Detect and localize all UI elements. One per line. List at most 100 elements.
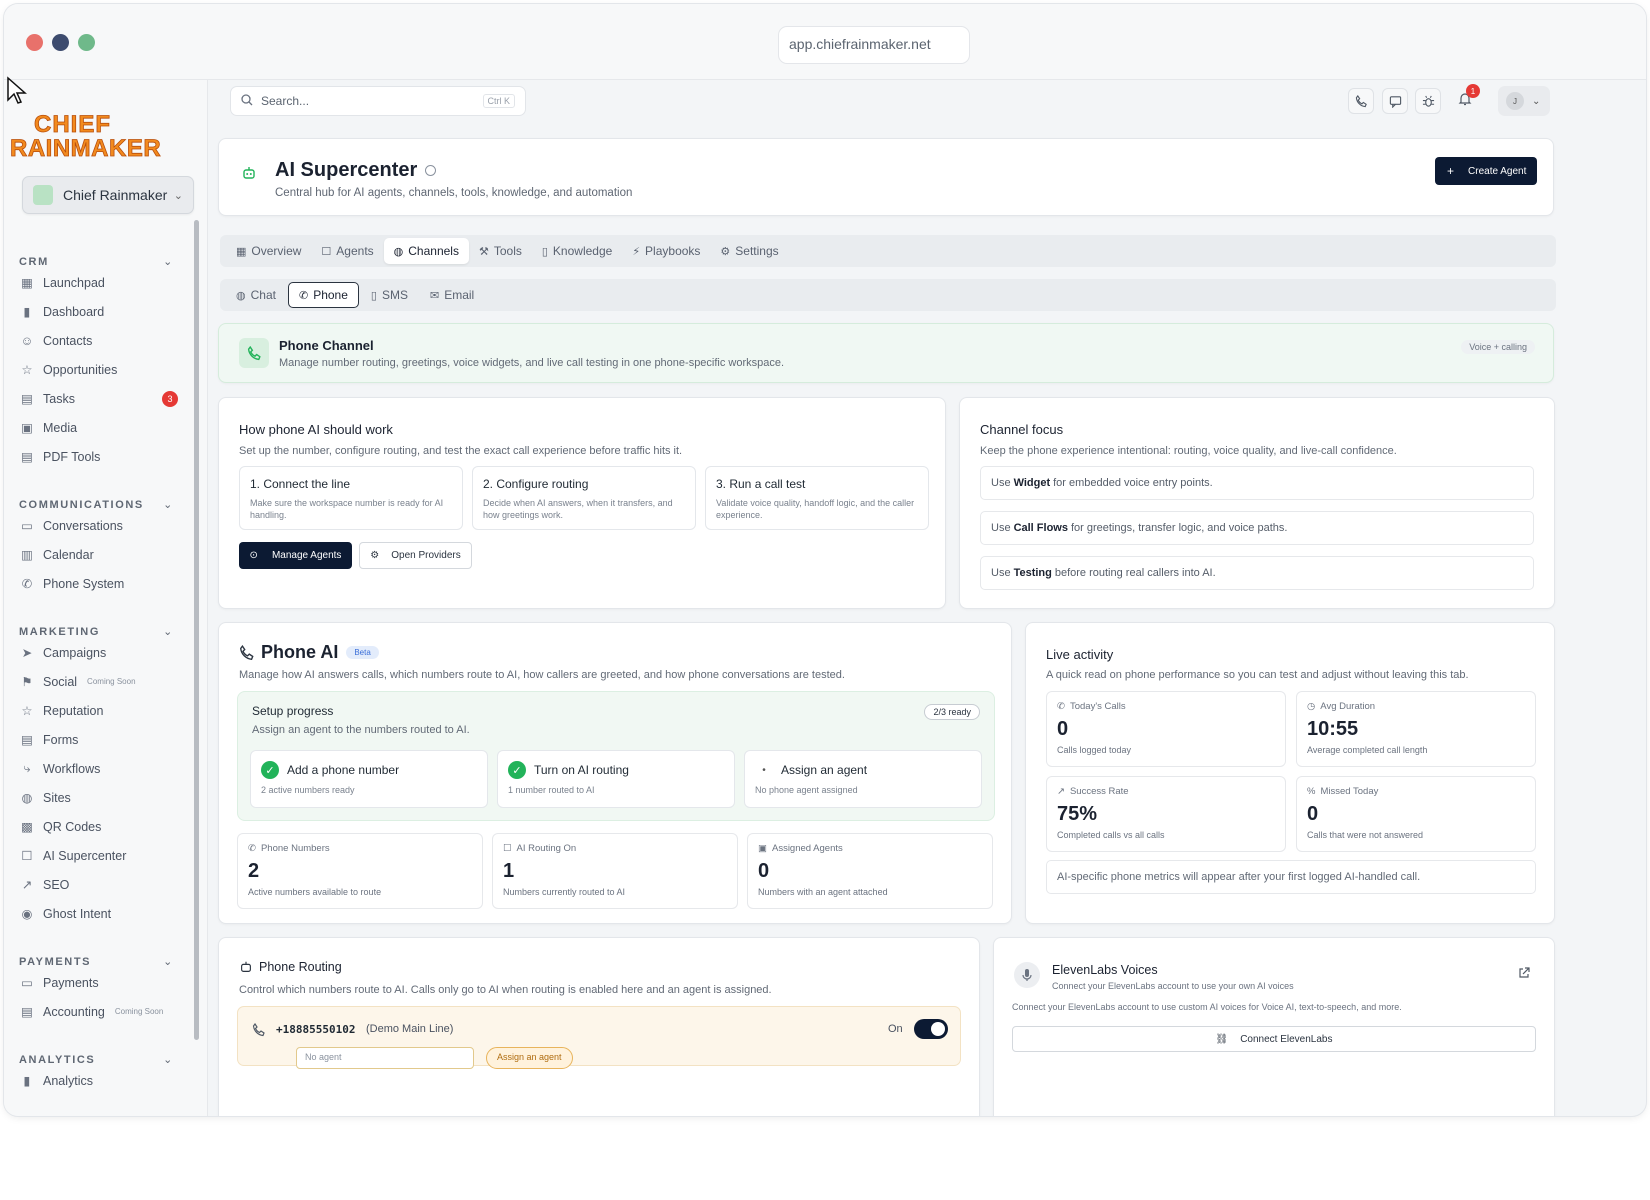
stat-desc: Numbers with an agent attached	[758, 887, 888, 897]
sidebar-section-title: ANALYTICS	[19, 1054, 96, 1066]
setup-step-header: ✓ Turn on AI routing	[508, 761, 724, 779]
card-icon: ▭	[21, 976, 33, 990]
sidebar-item-seo[interactable]: ↗ SEO	[4, 870, 200, 899]
sidebar-item-analytics[interactable]: ▮ Analytics	[4, 1066, 200, 1095]
tab-knowledge[interactable]: ▯ Knowledge	[532, 238, 622, 264]
connect-elevenlabs-button[interactable]: ⛓ Connect ElevenLabs	[1012, 1026, 1536, 1052]
sidebar: CHIEF RAINMAKER Chief Rainmaker ⌄ CRM ⌄ ▦ L…	[4, 80, 208, 1116]
sidebar-item-label: Launchpad	[43, 275, 105, 290]
image-icon: ▣	[21, 421, 33, 435]
bug-report-button[interactable]	[1415, 88, 1441, 114]
sidebar-item-dashboard[interactable]: ▮ Dashboard	[4, 297, 200, 326]
notifications-button[interactable]: 1	[1458, 84, 1480, 111]
calendar-icon: ▥	[21, 548, 33, 562]
chevron-down-icon: ⌄	[173, 189, 183, 202]
notification-count: 1	[1466, 84, 1480, 98]
search-icon	[241, 93, 253, 109]
brand-logo[interactable]: CHIEF RAINMAKER	[10, 108, 200, 163]
tab-label: Channels	[408, 244, 459, 258]
sidebar-item-workflows[interactable]: ⤷ Workflows	[4, 754, 200, 783]
sidebar-section-header[interactable]: ANALYTICS ⌄	[4, 1038, 200, 1066]
sidebar-item-ai-supercenter[interactable]: ☐ AI Supercenter	[4, 841, 200, 870]
minimize-window-dot[interactable]	[52, 34, 69, 51]
tab-settings[interactable]: ⚙ Settings	[710, 238, 788, 264]
sidebar-item-label: Social	[43, 674, 78, 689]
sidebar-item-campaigns[interactable]: ➤ Campaigns	[4, 638, 200, 667]
stat-label: Assigned Agents	[771, 843, 843, 854]
agent-select[interactable]: No agent	[296, 1047, 474, 1069]
wrench-icon: ⚒	[478, 245, 489, 258]
sidebar-scrollbar[interactable]	[194, 220, 199, 1040]
sidebar-section-header[interactable]: COMMUNICATIONS ⌄	[4, 483, 200, 511]
sidebar-item-sites[interactable]: ◍ Sites	[4, 783, 200, 812]
live-stat-card: % Missed Today 0 Calls that were not answer…	[1296, 776, 1536, 852]
tab-agents[interactable]: ☐ Agents	[311, 238, 383, 264]
sidebar-item-social[interactable]: ⚑ Social Coming Soon	[4, 667, 200, 696]
subtab-sms[interactable]: ▯ SMS	[361, 282, 418, 308]
bolt-icon: ⚡	[632, 245, 641, 258]
how-it-works-title: How phone AI should work	[239, 422, 393, 437]
user-menu[interactable]: J ⌄	[1498, 86, 1550, 116]
tab-playbooks[interactable]: ⚡ Playbooks	[622, 238, 710, 264]
sidebar-item-label: Tasks	[43, 391, 75, 406]
tab-channels[interactable]: ◍ Channels	[383, 238, 469, 264]
sidebar-item-opportunities[interactable]: ☆ Opportunities	[4, 355, 200, 384]
sidebar-section-header[interactable]: CRM ⌄	[4, 240, 200, 268]
manage-agents-button[interactable]: ⊙ Manage Agents	[239, 542, 352, 569]
sidebar-item-launchpad[interactable]: ▦ Launchpad	[4, 268, 200, 297]
focus-item-prefix: Use	[991, 477, 1011, 489]
sidebar-item-media[interactable]: ▣ Media	[4, 413, 200, 442]
sidebar-item-conversations[interactable]: ▭ Conversations	[4, 511, 200, 540]
sidebar-item-forms[interactable]: ▤ Forms	[4, 725, 200, 754]
sidebar-item-contacts[interactable]: ☺ Contacts	[4, 326, 200, 355]
stat-desc: Active numbers available to route	[248, 887, 382, 897]
org-switcher[interactable]: Chief Rainmaker ⌄	[22, 176, 194, 214]
sidebar-item-accounting[interactable]: ▤ Accounting Coming Soon	[4, 997, 200, 1026]
stat-label-row: ◷ Avg Duration	[1307, 701, 1525, 712]
sidebar-section-header[interactable]: PAYMENTS ⌄	[4, 940, 200, 968]
sidebar-section-title: COMMUNICATIONS	[19, 499, 144, 511]
sidebar-item-ghost-intent[interactable]: ◉ Ghost Intent	[4, 899, 200, 928]
globe-icon: ◍	[21, 791, 33, 805]
phone-routing-card: Phone Routing Control which numbers rout…	[218, 937, 980, 1116]
sidebar-item-calendar[interactable]: ▥ Calendar	[4, 540, 200, 569]
avatar: J	[1506, 92, 1524, 110]
tab-tools[interactable]: ⚒ Tools	[469, 238, 532, 264]
sidebar-item-phone-system[interactable]: ✆ Phone System	[4, 569, 200, 598]
phone-ai-card: Phone AI Beta Manage how AI answers call…	[218, 622, 1012, 924]
create-agent-button[interactable]: + Create Agent	[1435, 157, 1537, 185]
sidebar-item-qr-codes[interactable]: ▩ QR Codes	[4, 812, 200, 841]
sidebar-item-tasks[interactable]: ▤ Tasks 3	[4, 384, 200, 413]
subtab-email[interactable]: ✉ Email	[420, 282, 484, 308]
sidebar-item-pdf-tools[interactable]: ▤ PDF Tools	[4, 442, 200, 471]
setup-step-title: Add a phone number	[287, 763, 400, 777]
sidebar-section-header[interactable]: MARKETING ⌄	[4, 610, 200, 638]
external-link-icon[interactable]	[1518, 966, 1530, 984]
elevenlabs-title: ElevenLabs Voices	[1052, 963, 1158, 977]
address-bar[interactable]: app.chiefrainmaker.net	[778, 26, 970, 64]
assign-agent-badge: Assign an agent	[486, 1047, 573, 1069]
setup-step-card: 1. Connect the line Make sure the workspa…	[239, 466, 463, 530]
stat-label-row: ✆ Today's Calls	[1057, 701, 1275, 712]
main-tabs: ▦ Overview ☐ Agents ◍ Channels ⚒ Tools ▯ Knowledg…	[220, 235, 1556, 267]
sidebar-item-label: Sites	[43, 790, 71, 805]
info-icon[interactable]	[425, 165, 437, 176]
checkmark-icon: ✓	[508, 761, 526, 779]
elevenlabs-card: ElevenLabs Voices Connect your ElevenLab…	[993, 937, 1555, 1116]
search-input[interactable]: Search... Ctrl K	[230, 86, 526, 116]
close-window-dot[interactable]	[26, 34, 43, 51]
chevron-down-icon: ⌄	[163, 256, 174, 268]
subtab-chat[interactable]: ◍ Chat	[226, 282, 286, 308]
tab-overview[interactable]: ▦ Overview	[226, 238, 311, 264]
subtab-phone[interactable]: ✆ Phone	[287, 282, 359, 308]
messages-button[interactable]	[1382, 88, 1408, 114]
maximize-window-dot[interactable]	[78, 34, 95, 51]
connect-elevenlabs-label: Connect ElevenLabs	[1240, 1033, 1333, 1045]
setup-step-card: 3. Run a call test Validate voice quality…	[705, 466, 929, 530]
sidebar-item-reputation[interactable]: ☆ Reputation	[4, 696, 200, 725]
phone-button[interactable]	[1348, 88, 1374, 114]
stat-label-row: % Missed Today	[1307, 786, 1525, 797]
routing-toggle[interactable]	[914, 1019, 948, 1039]
open-providers-button[interactable]: ⚙ Open Providers	[359, 542, 472, 569]
sidebar-item-payments[interactable]: ▭ Payments	[4, 968, 200, 997]
